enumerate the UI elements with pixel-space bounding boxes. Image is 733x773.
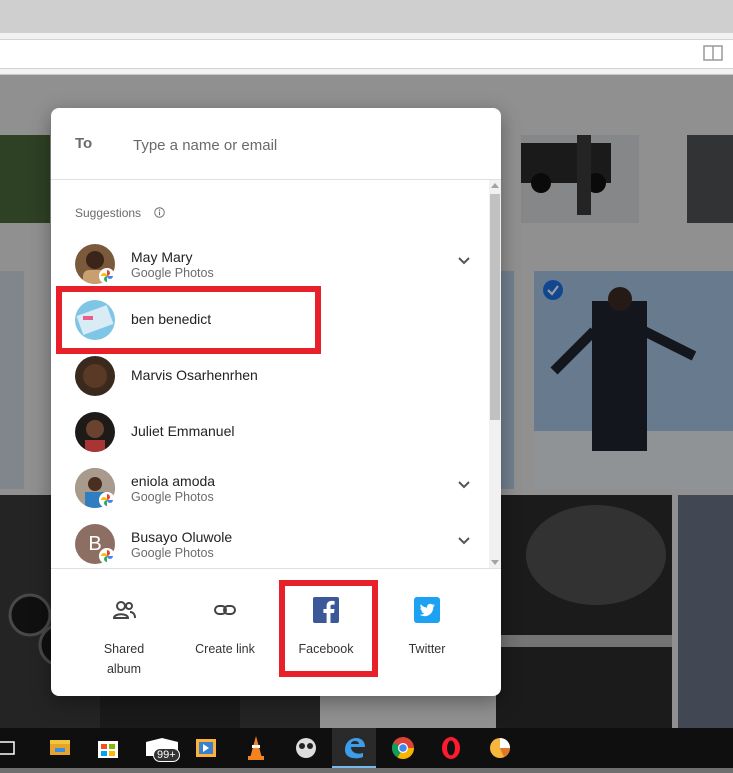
opera-button[interactable] — [429, 728, 473, 768]
address-bar[interactable] — [0, 39, 733, 69]
avatar — [75, 356, 115, 396]
media-player-button[interactable] — [184, 728, 228, 768]
chrome-icon — [392, 737, 414, 759]
chevron-down-icon[interactable] — [457, 536, 471, 546]
contact-name: Marvis Osarhenrhen — [131, 367, 258, 383]
share-dialog: To Suggestions May Mary Google Photos — [51, 108, 501, 696]
contact-name: Busayo Oluwole — [131, 529, 233, 545]
edge-button[interactable] — [332, 728, 376, 768]
reading-view-icon[interactable] — [703, 45, 723, 61]
pie-app-button[interactable] — [478, 728, 522, 768]
mail-button[interactable]: 99+ — [140, 728, 184, 768]
notification-badge: 99+ — [153, 748, 180, 762]
contact-subtitle: Google Photos — [131, 546, 214, 560]
people-icon — [112, 601, 136, 619]
chrome-button[interactable] — [381, 728, 425, 768]
google-photos-icon — [99, 492, 115, 508]
opera-icon — [442, 737, 460, 759]
browser-tab-strip — [0, 0, 733, 33]
contact-item[interactable]: eniola amoda Google Photos — [51, 460, 489, 516]
app-button[interactable] — [284, 728, 328, 768]
contact-item[interactable]: Marvis Osarhenrhen — [51, 348, 489, 404]
suggestions-list: Suggestions May Mary Google Photos ben b… — [51, 180, 501, 568]
share-option-label: Create link — [195, 642, 255, 656]
avatar — [75, 412, 115, 452]
share-options: Shared album Create link Facebook Twitte… — [51, 568, 501, 696]
browser-toolbar — [0, 33, 733, 75]
highlight-box-facebook — [279, 580, 378, 677]
chevron-down-icon[interactable] — [457, 256, 471, 266]
scroll-thumb[interactable] — [490, 194, 500, 420]
recipient-row: To — [51, 108, 501, 180]
contact-name: eniola amoda — [131, 473, 216, 489]
suggestions-scrollbar[interactable] — [489, 180, 501, 568]
contact-name: Juliet Emmanuel — [131, 423, 235, 439]
contact-subtitle: Google Photos — [131, 490, 214, 504]
chevron-down-icon[interactable] — [457, 480, 471, 490]
file-explorer-icon — [50, 740, 70, 755]
recipient-input[interactable] — [131, 130, 475, 160]
app-icon — [296, 738, 316, 758]
highlight-box-contact — [56, 286, 321, 354]
create-link-button[interactable]: Create link — [175, 569, 275, 696]
pie-app-icon — [490, 738, 510, 758]
store-button[interactable] — [86, 728, 130, 768]
contact-subtitle: Google Photos — [131, 266, 214, 280]
suggestions-title: Suggestions — [75, 206, 142, 220]
info-icon[interactable] — [154, 207, 165, 218]
vlc-icon — [248, 736, 264, 760]
contact-item[interactable]: Juliet Emmanuel — [51, 404, 489, 460]
google-photos-icon — [99, 268, 115, 284]
to-label: To — [75, 135, 93, 152]
twitter-icon — [414, 597, 440, 623]
media-player-icon — [196, 739, 216, 757]
share-option-label: Shared album — [103, 642, 145, 676]
vlc-button[interactable] — [234, 728, 278, 768]
shared-album-button[interactable]: Shared album — [74, 569, 174, 696]
twitter-button[interactable]: Twitter — [377, 569, 477, 696]
store-icon — [98, 741, 118, 758]
contact-item[interactable]: May Mary Google Photos — [51, 236, 489, 292]
scroll-up-icon[interactable] — [491, 182, 499, 188]
contact-item[interactable]: B Busayo Oluwole Google Photos — [51, 516, 489, 568]
edge-icon — [345, 738, 365, 759]
scroll-down-icon[interactable] — [491, 560, 499, 566]
google-photos-icon — [99, 548, 115, 564]
link-icon — [214, 605, 236, 615]
file-explorer-button[interactable] — [38, 728, 82, 768]
contact-name: May Mary — [131, 249, 193, 265]
share-option-label: Twitter — [408, 642, 446, 656]
taskbar: 99+ — [0, 728, 733, 768]
